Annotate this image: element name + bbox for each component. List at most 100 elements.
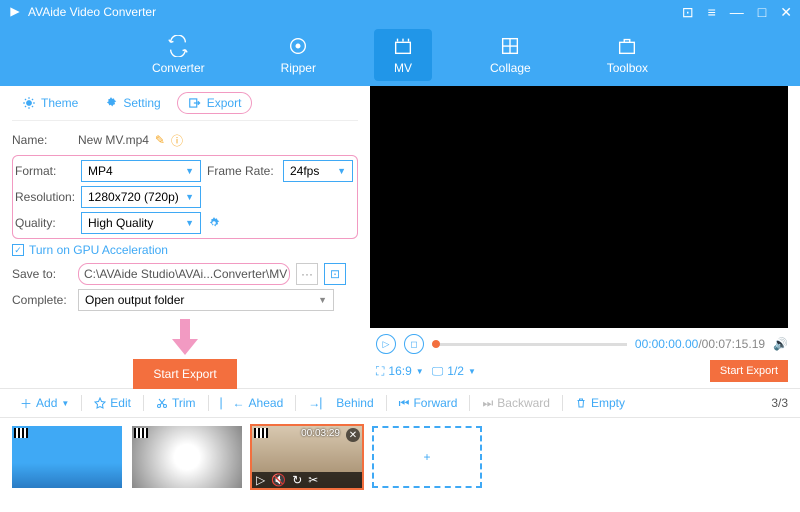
open-folder-button[interactable]: ⊡ <box>324 263 346 285</box>
minimize-icon[interactable]: — <box>730 4 744 21</box>
edit-button[interactable]: Edit <box>86 393 139 413</box>
resolution-label: Resolution: <box>15 190 75 204</box>
clip-play-icon[interactable]: ▷ <box>256 473 265 487</box>
aspect-value: 16:9 <box>388 364 411 378</box>
nav-collage[interactable]: Collage <box>472 29 549 81</box>
resolution-dropdown[interactable]: 1280x720 (720p)▼ <box>81 186 201 208</box>
clip-2[interactable] <box>132 426 242 488</box>
dd-value: Open output folder <box>85 293 184 307</box>
video-preview[interactable] <box>370 86 788 328</box>
saveto-path[interactable]: C:\AVAide Studio\AVAi...Converter\MV Exp… <box>78 263 290 285</box>
format-dropdown[interactable]: MP4▼ <box>81 160 201 182</box>
titlebar: AVAide Video Converter ⊡ ≡ — □ ✕ <box>0 0 800 24</box>
behind-button[interactable]: →⎸Behind <box>300 393 381 414</box>
clip-remove-icon[interactable]: ✕ <box>346 428 360 442</box>
clip-trim-icon[interactable]: ✂ <box>308 473 318 487</box>
dd-value: 1280x720 (720p) <box>88 190 179 204</box>
nav-ripper[interactable]: Ripper <box>263 29 334 81</box>
plus-icon: + <box>423 450 430 464</box>
feedback-icon[interactable]: ⊡ <box>682 4 694 21</box>
time-total: /00:07:15.19 <box>698 337 765 351</box>
right-panel: ▷ ◻ 00:00:00.00/00:07:15.19 🔊 ⛶16:9▼ 🖵1/… <box>370 86 800 388</box>
framerate-label: Frame Rate: <box>207 164 277 178</box>
trim-button[interactable]: Trim <box>148 393 204 413</box>
page-button[interactable]: 🖵1/2▼ <box>432 364 476 379</box>
time-display: 00:00:00.00/00:07:15.19 <box>635 337 765 351</box>
btn-label: Behind <box>336 396 373 410</box>
tab-setting[interactable]: Setting <box>94 93 170 113</box>
btn-label: Forward <box>413 396 457 410</box>
app-title: AVAide Video Converter <box>28 5 156 19</box>
clip-1[interactable] <box>12 426 122 488</box>
dd-value: 24fps <box>290 164 319 178</box>
seek-slider[interactable] <box>432 343 627 346</box>
nav-label: Toolbox <box>607 61 648 75</box>
info-icon[interactable]: ⓘ <box>171 132 183 149</box>
quality-label: Quality: <box>15 216 75 230</box>
play-button[interactable]: ▷ <box>376 334 396 354</box>
btn-label: Trim <box>172 396 196 410</box>
name-label: Name: <box>12 133 72 147</box>
browse-button[interactable]: ··· <box>296 263 318 285</box>
framerate-dropdown[interactable]: 24fps▼ <box>283 160 353 182</box>
clip-counter: 3/3 <box>771 396 788 410</box>
tab-label: Setting <box>123 96 160 110</box>
empty-button[interactable]: Empty <box>567 393 633 413</box>
volume-icon[interactable]: 🔊 <box>773 337 788 351</box>
btn-label: Edit <box>110 396 131 410</box>
btn-label: Backward <box>497 396 550 410</box>
left-panel: Theme Setting Export Name: New MV.mp4 ✎ … <box>0 86 370 388</box>
clip-controls-bar: ▷ 🔇 ↻ ✂ <box>252 472 362 488</box>
nav-label: Ripper <box>281 61 316 75</box>
tab-label: Export <box>207 96 242 110</box>
forward-button[interactable]: ⏮Forward <box>391 393 466 414</box>
page-value: 1/2 <box>447 364 464 378</box>
gpu-checkbox[interactable]: ✓ Turn on GPU Acceleration <box>12 243 358 257</box>
start-export-button[interactable]: Start Export <box>133 359 236 389</box>
nav-toolbox[interactable]: Toolbox <box>589 29 666 81</box>
saveto-label: Save to: <box>12 267 72 281</box>
tab-theme[interactable]: Theme <box>12 93 88 113</box>
btn-label: Empty <box>591 396 625 410</box>
navbar: Converter Ripper MV Collage Toolbox <box>0 24 800 86</box>
menu-icon[interactable]: ≡ <box>708 4 716 21</box>
arrow-down-icon <box>170 319 200 355</box>
tab-label: Theme <box>41 96 78 110</box>
close-icon[interactable]: ✕ <box>780 4 792 21</box>
clip-mute-icon[interactable]: 🔇 <box>271 473 286 487</box>
nav-converter[interactable]: Converter <box>134 29 223 81</box>
add-clip-button[interactable]: + <box>372 426 482 488</box>
clip-duration: 00:03:29 <box>301 428 340 439</box>
clip-toolbar: ＋Add▼ Edit Trim ⎸←Ahead →⎸Behind ⏮Forwar… <box>0 388 800 418</box>
stop-button[interactable]: ◻ <box>404 334 424 354</box>
clip-loop-icon[interactable]: ↻ <box>292 473 302 487</box>
quality-dropdown[interactable]: High Quality▼ <box>81 212 201 234</box>
format-label: Format: <box>15 164 75 178</box>
gpu-label: Turn on GPU Acceleration <box>29 243 168 257</box>
edit-name-icon[interactable]: ✎ <box>155 133 165 147</box>
start-export-small-button[interactable]: Start Export <box>710 360 788 382</box>
dd-value: MP4 <box>88 164 113 178</box>
ahead-button[interactable]: ⎸←Ahead <box>213 393 292 414</box>
complete-label: Complete: <box>12 293 72 307</box>
btn-label: Add <box>36 396 57 410</box>
dd-value: High Quality <box>88 216 153 230</box>
advanced-settings-icon[interactable] <box>207 216 221 230</box>
maximize-icon[interactable]: □ <box>758 4 766 21</box>
backward-button[interactable]: ⏭Backward <box>474 393 558 414</box>
aspect-ratio-button[interactable]: ⛶16:9▼ <box>376 364 424 379</box>
nav-mv[interactable]: MV <box>374 29 432 81</box>
app-logo: AVAide Video Converter <box>8 5 156 19</box>
add-button[interactable]: ＋Add▼ <box>12 392 77 415</box>
complete-dropdown[interactable]: Open output folder▼ <box>78 289 334 311</box>
time-current: 00:00:00.00 <box>635 337 698 351</box>
nav-label: Converter <box>152 61 205 75</box>
path-text: C:\AVAide Studio\AVAi...Converter\MV Exp… <box>84 267 290 281</box>
name-value: New MV.mp4 <box>78 133 149 147</box>
nav-label: Collage <box>490 61 531 75</box>
clip-3[interactable]: 00:03:29 ✕ ▷ 🔇 ↻ ✂ <box>252 426 362 488</box>
btn-label: Ahead <box>249 396 284 410</box>
nav-label: MV <box>394 61 412 75</box>
tab-export[interactable]: Export <box>177 92 253 114</box>
clip-strip: 00:03:29 ✕ ▷ 🔇 ↻ ✂ + <box>0 418 800 496</box>
